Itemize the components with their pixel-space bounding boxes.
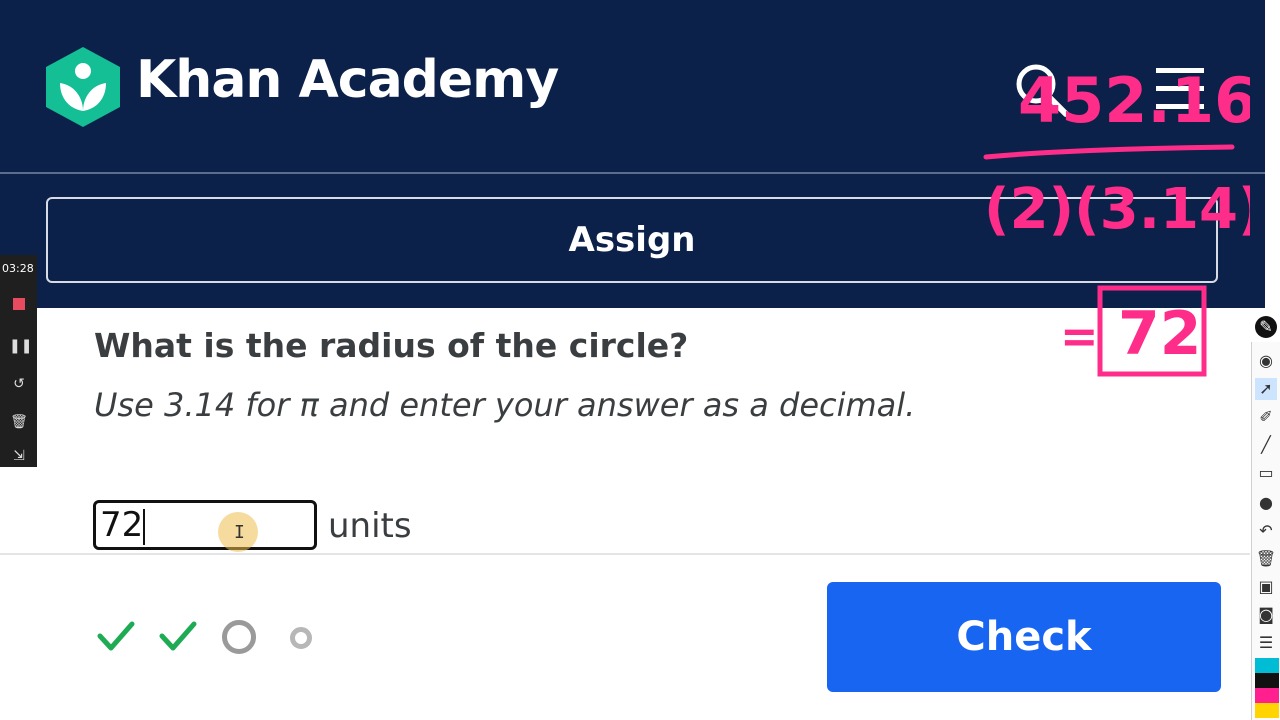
- stop-record-icon[interactable]: [9, 294, 29, 314]
- undo-icon[interactable]: ↶: [1255, 520, 1277, 542]
- brush-size-icon[interactable]: ●: [1255, 492, 1277, 514]
- trash-icon[interactable]: 🗑: [1255, 548, 1277, 570]
- recorder-time: 03:28: [2, 262, 34, 275]
- resize-icon[interactable]: ⇲: [9, 446, 29, 466]
- line-tool-icon[interactable]: ╱: [1255, 434, 1277, 456]
- eye-icon[interactable]: ◉: [1255, 350, 1277, 372]
- highlighter-icon[interactable]: ✐: [1255, 406, 1277, 428]
- correct-check-icon: [158, 618, 198, 654]
- pause-icon[interactable]: ❚❚: [9, 336, 32, 356]
- answer-value: 72: [100, 505, 144, 545]
- footer-divider: [0, 553, 1250, 555]
- instruction-text: Use 3.14 for π and enter your answer as …: [94, 386, 916, 424]
- question-text: What is the radius of the circle?: [94, 326, 689, 365]
- answer-input[interactable]: 72: [93, 500, 317, 550]
- clipboard-icon[interactable]: ☰: [1255, 632, 1277, 654]
- restart-icon[interactable]: ↺: [9, 374, 29, 394]
- pen-tool-icon[interactable]: ✎: [1255, 316, 1277, 338]
- delete-recording-icon[interactable]: 🗑: [9, 412, 29, 432]
- recorder-panel: [0, 255, 37, 467]
- text-caret: [143, 509, 145, 545]
- eraser-icon[interactable]: ▭: [1255, 462, 1277, 484]
- pending-question-dot-icon: [290, 627, 312, 649]
- check-button[interactable]: Check: [827, 582, 1221, 692]
- ink-equals: =: [1060, 309, 1099, 363]
- units-label: units: [328, 506, 412, 546]
- camera-icon[interactable]: ◙: [1255, 604, 1277, 626]
- pointer-icon[interactable]: ➚: [1255, 378, 1277, 400]
- ink-numerator: 452.16: [1018, 64, 1250, 137]
- ink-result: 72: [1118, 299, 1202, 369]
- current-question-ring-icon: [222, 620, 256, 654]
- color-palette[interactable]: [1255, 658, 1279, 718]
- handwritten-annotation: 452.16 (2)(3.14) = 72: [983, 64, 1250, 377]
- khan-logo-icon[interactable]: [46, 47, 120, 127]
- correct-check-icon: [96, 618, 136, 654]
- ibeam-cursor-icon: I: [234, 522, 245, 543]
- board-icon[interactable]: ▣: [1255, 576, 1277, 598]
- brand-name[interactable]: Khan Academy: [136, 50, 559, 110]
- ink-denominator: (2)(3.14): [984, 177, 1250, 242]
